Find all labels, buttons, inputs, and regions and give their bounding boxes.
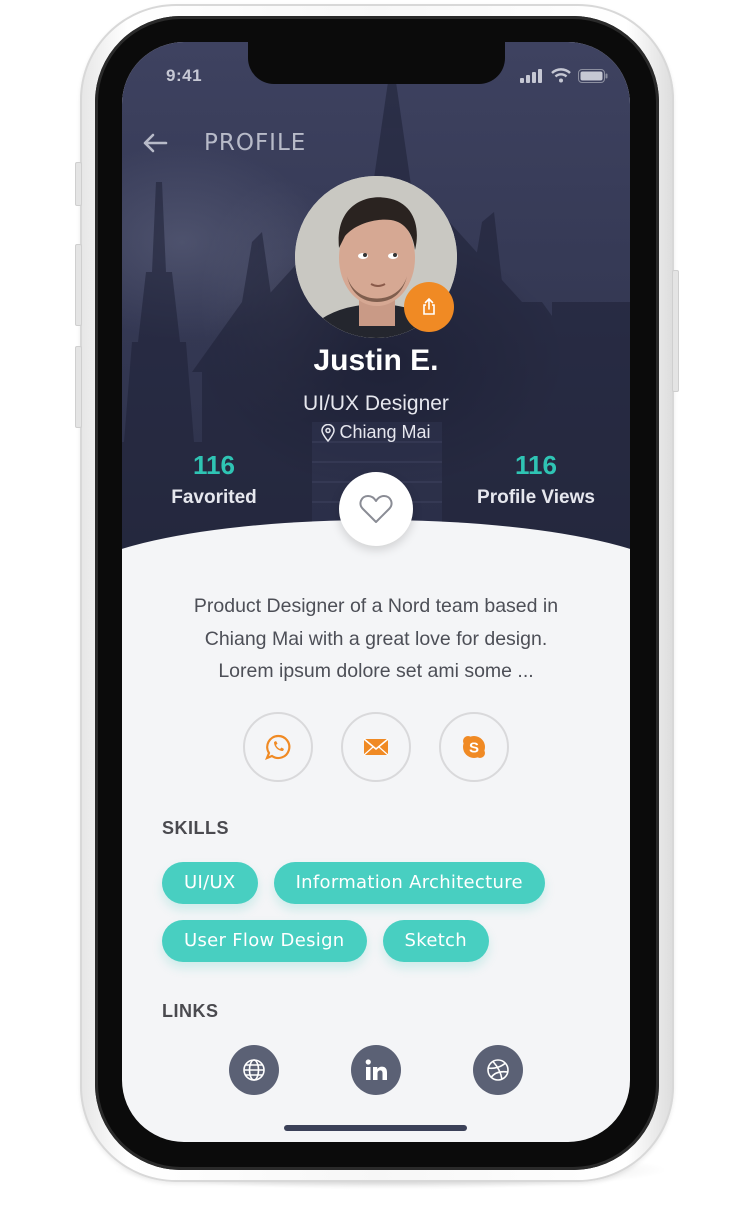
- stat-value: 116: [515, 450, 557, 480]
- globe-icon: [243, 1059, 265, 1081]
- skill-chip[interactable]: User Flow Design: [162, 920, 367, 962]
- dribbble-link-button[interactable]: [473, 1045, 523, 1095]
- signal-icon: [520, 68, 542, 83]
- status-icons: [520, 68, 608, 83]
- profile-bio: Product Designer of a Nord team based in…: [122, 590, 630, 688]
- skills-title: SKILLS: [162, 818, 230, 838]
- dribbble-icon: [487, 1059, 509, 1081]
- stat-label: Favorited: [171, 487, 257, 508]
- skype-icon: S: [463, 736, 485, 758]
- stat-favorited: 116 Favorited: [129, 450, 299, 509]
- skill-chip[interactable]: Information Architecture: [273, 862, 545, 904]
- app-screen: 9:41 PROFILE Justin E. UI/UX Designer Ch…: [122, 42, 630, 1142]
- volume-up-button: [75, 244, 82, 326]
- profile-location: Chiang Mai: [122, 422, 630, 443]
- stat-value: 116: [193, 450, 235, 480]
- whatsapp-button[interactable]: [243, 712, 313, 782]
- bio-line: Product Designer of a Nord team based in: [193, 595, 559, 617]
- back-button[interactable]: [140, 128, 170, 158]
- linkedin-link-button[interactable]: [351, 1045, 401, 1095]
- volume-down-button: [75, 346, 82, 428]
- contact-buttons: S: [122, 712, 630, 782]
- stat-label: Profile Views: [477, 487, 595, 508]
- skill-chip[interactable]: Sketch: [382, 920, 489, 962]
- share-icon: [423, 297, 435, 315]
- arrow-left-icon: [143, 133, 168, 153]
- status-time: 9:41: [166, 66, 203, 85]
- skill-chip[interactable]: UI/UX: [162, 862, 258, 904]
- links-title: LINKS: [162, 1001, 219, 1021]
- mute-switch: [75, 162, 82, 206]
- website-link-button[interactable]: [229, 1045, 279, 1095]
- stat-profile-views: 116 Profile Views: [451, 450, 621, 509]
- battery-icon: [578, 68, 608, 83]
- svg-text:S: S: [469, 740, 479, 757]
- page-title: PROFILE: [204, 130, 307, 156]
- home-indicator[interactable]: [284, 1125, 467, 1131]
- bio-line: Lorem ipsum dolore set ami some ...: [218, 660, 534, 682]
- favorite-button[interactable]: [339, 472, 413, 546]
- email-button[interactable]: [341, 712, 411, 782]
- profile-role: UI/UX Designer: [303, 392, 449, 415]
- heart-icon: [359, 495, 393, 523]
- profile-name: Justin E.: [313, 344, 439, 377]
- location-pin-icon: [321, 423, 336, 442]
- share-button[interactable]: [404, 282, 454, 332]
- mail-icon: [363, 738, 389, 756]
- skills-list: UI/UX Information Architecture User Flow…: [162, 862, 602, 978]
- location-text: Chiang Mai: [339, 422, 431, 442]
- whatsapp-icon: [265, 734, 291, 760]
- skype-button[interactable]: S: [439, 712, 509, 782]
- bio-line: Chiang Mai with a great love for design.: [204, 627, 548, 650]
- wifi-icon: [551, 68, 571, 83]
- power-button: [672, 270, 679, 392]
- linkedin-icon: [365, 1059, 387, 1080]
- links-list: [122, 1045, 630, 1095]
- device-notch: [248, 42, 505, 84]
